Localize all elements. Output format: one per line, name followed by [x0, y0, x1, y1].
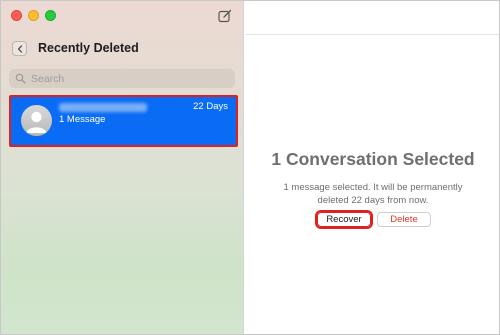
- recover-button[interactable]: Recover: [315, 210, 373, 229]
- conversation-days-remaining: 22 Days: [193, 101, 228, 112]
- toolbar-divider: [245, 34, 499, 35]
- detail-pane: 1 Conversation Selected 1 message select…: [245, 1, 499, 334]
- page-title: Recently Deleted: [38, 41, 139, 55]
- search-placeholder: Search: [31, 72, 65, 85]
- selection-heading: 1 Conversation Selected: [271, 149, 475, 169]
- search-icon: [15, 73, 27, 85]
- messages-window: Recently Deleted Search 22 Days 1 Messag…: [0, 0, 500, 335]
- back-button[interactable]: [12, 41, 27, 56]
- chevron-left-icon: [17, 44, 22, 53]
- avatar: [21, 105, 52, 136]
- search-field[interactable]: Search: [9, 69, 235, 88]
- minimize-window-button[interactable]: [28, 10, 39, 21]
- person-icon: [26, 111, 47, 133]
- delete-button[interactable]: Delete: [377, 212, 431, 227]
- contact-name-redacted: [59, 103, 147, 112]
- zoom-window-button[interactable]: [45, 10, 56, 21]
- selection-description-line-1: 1 message selected. It will be permanent…: [283, 182, 463, 193]
- compose-icon[interactable]: [216, 7, 234, 25]
- sidebar: Recently Deleted Search 22 Days 1 Messag…: [1, 1, 244, 334]
- selection-description: 1 message selected. It will be permanent…: [245, 181, 499, 207]
- close-window-button[interactable]: [11, 10, 22, 21]
- action-buttons: Recover Delete: [315, 210, 431, 229]
- window-controls: [11, 10, 56, 21]
- conversation-message-count: 1 Message: [59, 114, 106, 125]
- selection-description-line-2: deleted 22 days from now.: [317, 195, 429, 206]
- conversation-list-item[interactable]: 22 Days 1 Message: [9, 95, 238, 147]
